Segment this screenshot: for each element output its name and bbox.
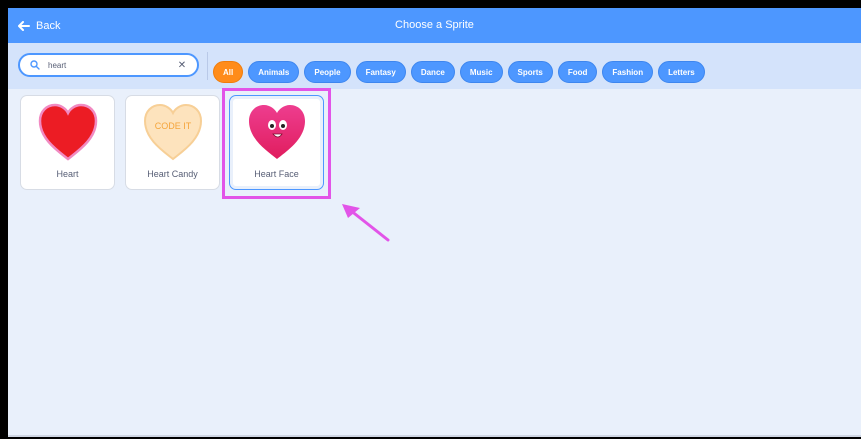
search-icon [30,60,40,70]
candy-text: CODE IT [154,121,191,131]
pointer-arrow-icon [342,204,390,242]
heart-icon [21,101,114,163]
category-filters: All Animals People Fantasy Dance Music S… [213,61,705,83]
header-bar: Back Choose a Sprite [8,8,861,43]
sprite-label: Heart Candy [147,169,198,179]
search-value: heart [48,60,67,70]
sprite-label: Heart [56,169,79,179]
filter-sports[interactable]: Sports [507,61,553,83]
filter-food[interactable]: Food [557,61,598,83]
filter-fashion[interactable]: Fashion [602,61,654,83]
sprite-card-heart-face[interactable]: Heart Face [229,95,324,190]
divider [207,52,208,80]
heart-candy-icon: CODE IT [126,101,219,163]
filter-dance[interactable]: Dance [410,61,455,83]
sprite-label: Heart Face [254,169,299,179]
filter-people[interactable]: People [304,61,351,83]
filter-bar: heart ✕ All Animals People Fantasy Dance… [8,43,861,89]
clear-search-icon[interactable]: ✕ [175,60,189,71]
filter-music[interactable]: Music [459,61,503,83]
divider [8,435,861,437]
sprite-card-heart[interactable]: Heart [20,95,115,190]
search-input[interactable]: heart ✕ [18,53,199,77]
filter-fantasy[interactable]: Fantasy [355,61,406,83]
filter-animals[interactable]: Animals [248,61,300,83]
heart-face-icon [230,101,323,163]
filter-letters[interactable]: Letters [658,61,705,83]
filter-all[interactable]: All [213,61,244,83]
sprite-card-heart-candy[interactable]: CODE IT Heart Candy [125,95,220,190]
page-title: Choose a Sprite [395,19,474,31]
sprite-library-window: Back Choose a Sprite heart ✕ All Animals… [8,8,861,437]
